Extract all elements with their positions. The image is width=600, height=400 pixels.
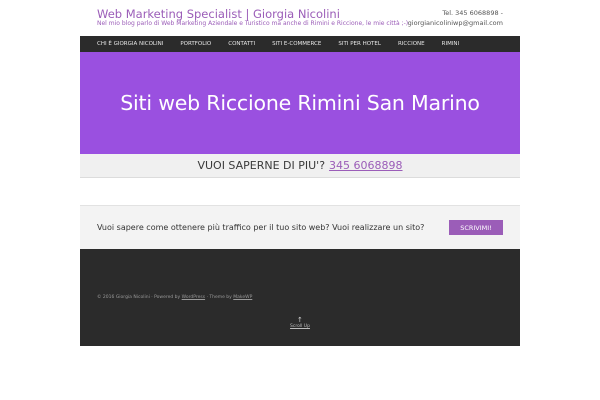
callbar-text: VUOI SAPERNE DI PIU'?	[197, 159, 326, 172]
arrow-up-icon: ↑	[297, 316, 303, 324]
header-email[interactable]: giorgianicoliniwp@gmail.com	[408, 18, 503, 28]
call-bar: VUOI SAPERNE DI PIU'? 345 6068898	[80, 154, 520, 178]
site-footer: © 2016 Giorgia Nicolini · Powered by Wor…	[80, 249, 520, 346]
nav-item-portfolio[interactable]: PORTFOLIO	[180, 41, 211, 47]
site-header: Web Marketing Specialist | Giorgia Nicol…	[80, 0, 520, 36]
banner-heading: Siti web Riccione Rimini San Marino	[120, 91, 480, 115]
nav-item-siti-ecommerce[interactable]: SITI E-COMMERCE	[272, 41, 321, 47]
site-tagline: Nel mio blog parlo di Web Marketing Azie…	[97, 20, 409, 27]
cta-text: Vuoi sapere come ottenere più traffico p…	[97, 223, 425, 232]
nav-item-chi-e[interactable]: CHI È GIORGIA NICOLINI	[97, 41, 163, 47]
theme-text: · Theme by	[205, 295, 232, 300]
main-nav: CHI È GIORGIA NICOLINI PORTFOLIO CONTATT…	[80, 36, 520, 52]
cta-section: Vuoi sapere come ottenere più traffico p…	[80, 205, 520, 249]
hero-banner: Siti web Riccione Rimini San Marino	[80, 52, 520, 154]
nav-item-rimini[interactable]: RIMINI	[442, 41, 460, 47]
header-contact: Tel. 345 6068898 - giorgianicoliniwp@gma…	[408, 8, 503, 28]
callbar-phone-link[interactable]: 345 6068898	[329, 159, 402, 172]
scroll-up-label[interactable]: Scroll Up	[290, 324, 310, 329]
wordpress-link[interactable]: WordPress	[182, 295, 205, 300]
contact-button[interactable]: SCRIVIMI!	[449, 220, 503, 235]
header-phone: Tel. 345 6068898 -	[442, 9, 503, 17]
theme-link[interactable]: MakeWP	[233, 295, 252, 300]
footer-credits: © 2016 Giorgia Nicolini · Powered by Wor…	[97, 295, 252, 300]
scroll-up-button[interactable]: ↑ Scroll Up	[290, 316, 310, 329]
nav-item-riccione[interactable]: RICCIONE	[398, 41, 425, 47]
site-title[interactable]: Web Marketing Specialist | Giorgia Nicol…	[97, 7, 340, 21]
nav-item-contatti[interactable]: CONTATTI	[228, 41, 255, 47]
copyright-text: © 2016 Giorgia Nicolini · Powered by	[97, 295, 181, 300]
nav-item-siti-hotel[interactable]: SITI PER HOTEL	[338, 41, 381, 47]
